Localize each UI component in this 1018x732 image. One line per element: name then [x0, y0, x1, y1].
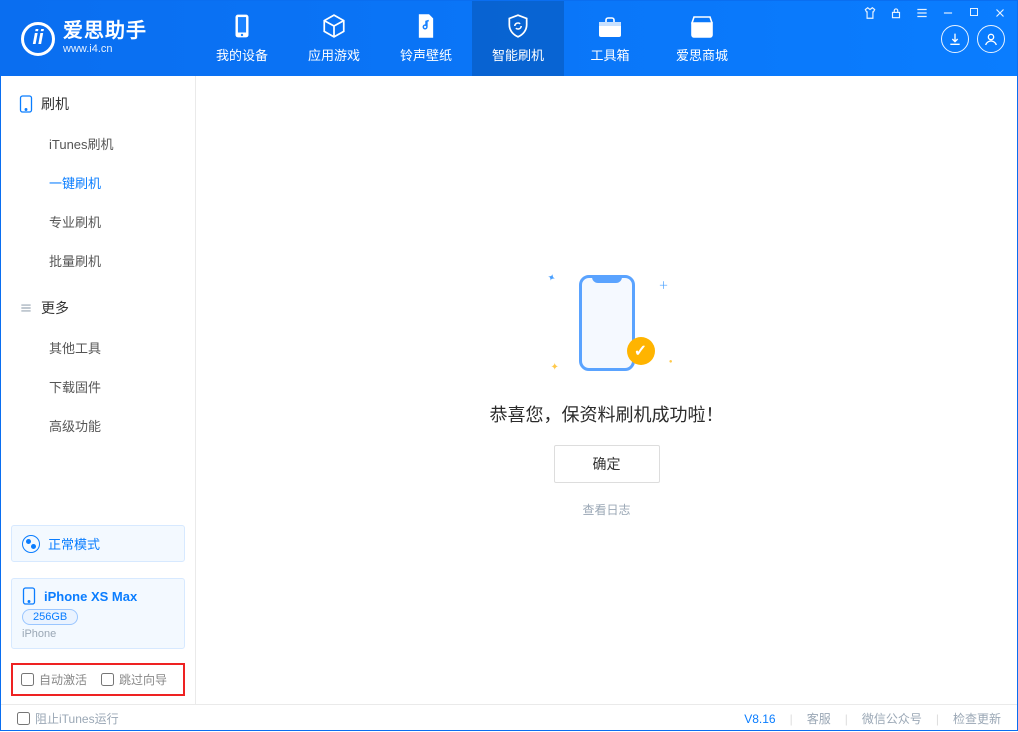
toolbox-icon	[597, 13, 623, 39]
tab-label: 我的设备	[216, 45, 268, 64]
checkbox-skip-guide[interactable]: 跳过向导	[101, 671, 167, 688]
sidebar-item-other-tools[interactable]: 其他工具	[1, 328, 195, 367]
checkbox-input[interactable]	[101, 673, 114, 686]
tab-label: 爱思商城	[676, 45, 728, 64]
sidebar-item-itunes-flash[interactable]: iTunes刷机	[1, 124, 195, 163]
user-button[interactable]	[977, 25, 1005, 53]
phone-frame-icon	[579, 275, 635, 371]
tab-my-device[interactable]: 我的设备	[196, 1, 288, 76]
tab-apps-games[interactable]: 应用游戏	[288, 1, 380, 76]
sidebar-item-pro-flash[interactable]: 专业刷机	[1, 202, 195, 241]
version-label: V8.16	[744, 712, 775, 726]
checkmark-badge-icon: ✓	[627, 337, 655, 365]
window-close-button[interactable]	[992, 6, 1008, 23]
checkbox-auto-activate[interactable]: 自动激活	[21, 671, 87, 688]
checkbox-input[interactable]	[17, 712, 30, 725]
checkbox-input[interactable]	[21, 673, 34, 686]
tab-label: 工具箱	[590, 45, 629, 64]
nav-tabs: 我的设备 应用游戏 铃声壁纸 智能刷机 工具箱 爱思商城	[196, 1, 748, 76]
checkbox-label: 自动激活	[39, 671, 87, 688]
window-lock-icon[interactable]	[888, 6, 904, 23]
app-subtitle: www.i4.cn	[63, 43, 147, 56]
section-title: 更多	[41, 298, 69, 318]
mode-icon	[22, 535, 40, 553]
device-type: iPhone	[22, 628, 174, 640]
phone-outline-icon	[19, 95, 33, 113]
tab-toolbox[interactable]: 工具箱	[564, 1, 656, 76]
tab-store[interactable]: 爱思商城	[656, 1, 748, 76]
music-file-icon	[413, 13, 439, 39]
footer-link-wechat[interactable]: 微信公众号	[862, 710, 922, 727]
sparkle-icon: ✦	[551, 362, 559, 373]
device-phone-icon	[22, 587, 36, 605]
footer-links: V8.16 | 客服 | 微信公众号 | 检查更新	[744, 710, 1001, 727]
download-button[interactable]	[941, 25, 969, 53]
section-title: 刷机	[41, 94, 69, 114]
device-name: iPhone XS Max	[44, 589, 137, 604]
sparkle-icon: ＋	[659, 277, 669, 292]
footer: 阻止iTunes运行 V8.16 | 客服 | 微信公众号 | 检查更新	[1, 704, 1017, 732]
tab-label: 铃声壁纸	[400, 45, 452, 64]
sparkle-icon: ✦	[545, 271, 557, 284]
store-icon	[689, 13, 715, 39]
app-title: 爱思助手	[63, 21, 147, 41]
window-shirt-icon[interactable]	[862, 6, 878, 23]
sparkle-icon: ●	[669, 359, 673, 365]
footer-link-support[interactable]: 客服	[807, 710, 831, 727]
footer-link-check-update[interactable]: 检查更新	[953, 710, 1001, 727]
device-card[interactable]: iPhone XS Max 256GB iPhone	[11, 578, 185, 649]
mode-label: 正常模式	[48, 534, 100, 553]
sidebar-item-download-firmware[interactable]: 下载固件	[1, 367, 195, 406]
flash-options-highlighted: 自动激活 跳过向导	[11, 663, 185, 696]
checkbox-label: 阻止iTunes运行	[35, 710, 119, 727]
mode-card[interactable]: 正常模式	[11, 525, 185, 562]
tab-smart-flash[interactable]: 智能刷机	[472, 1, 564, 76]
window-menu-icon[interactable]	[914, 6, 930, 23]
window-maximize-button[interactable]	[966, 6, 982, 23]
sidebar: 刷机 iTunes刷机 一键刷机 专业刷机 批量刷机 更多 其他工具 下载固件 …	[1, 76, 196, 704]
checkbox-block-itunes[interactable]: 阻止iTunes运行	[17, 710, 119, 727]
menu-icon	[19, 301, 33, 315]
success-illustration: ✦ ＋ ✦ ● ✓	[547, 263, 667, 383]
success-message: 恭喜您，保资料刷机成功啦！	[490, 401, 724, 427]
tab-label: 智能刷机	[492, 45, 544, 64]
tab-label: 应用游戏	[308, 45, 360, 64]
sidebar-section-flash: 刷机	[1, 76, 195, 124]
ok-button[interactable]: 确定	[554, 445, 660, 483]
sidebar-section-more: 更多	[1, 280, 195, 328]
device-storage-badge: 256GB	[22, 609, 78, 625]
main-content: ✦ ＋ ✦ ● ✓ 恭喜您，保资料刷机成功啦！ 确定 查看日志	[196, 76, 1017, 704]
checkbox-label: 跳过向导	[119, 671, 167, 688]
shield-sync-icon	[505, 13, 531, 39]
phone-icon	[229, 13, 255, 39]
logo-icon: ii	[21, 22, 55, 56]
cube-icon	[321, 13, 347, 39]
sidebar-item-one-click-flash[interactable]: 一键刷机	[1, 163, 195, 202]
body: 刷机 iTunes刷机 一键刷机 专业刷机 批量刷机 更多 其他工具 下载固件 …	[1, 76, 1017, 704]
window-minimize-button[interactable]	[940, 6, 956, 23]
view-log-link[interactable]: 查看日志	[582, 501, 630, 518]
sidebar-item-batch-flash[interactable]: 批量刷机	[1, 241, 195, 280]
app-logo: ii 爱思助手 www.i4.cn	[1, 1, 196, 76]
window-controls	[862, 6, 1008, 23]
sidebar-item-advanced[interactable]: 高级功能	[1, 406, 195, 445]
tab-ringtone-wallpaper[interactable]: 铃声壁纸	[380, 1, 472, 76]
